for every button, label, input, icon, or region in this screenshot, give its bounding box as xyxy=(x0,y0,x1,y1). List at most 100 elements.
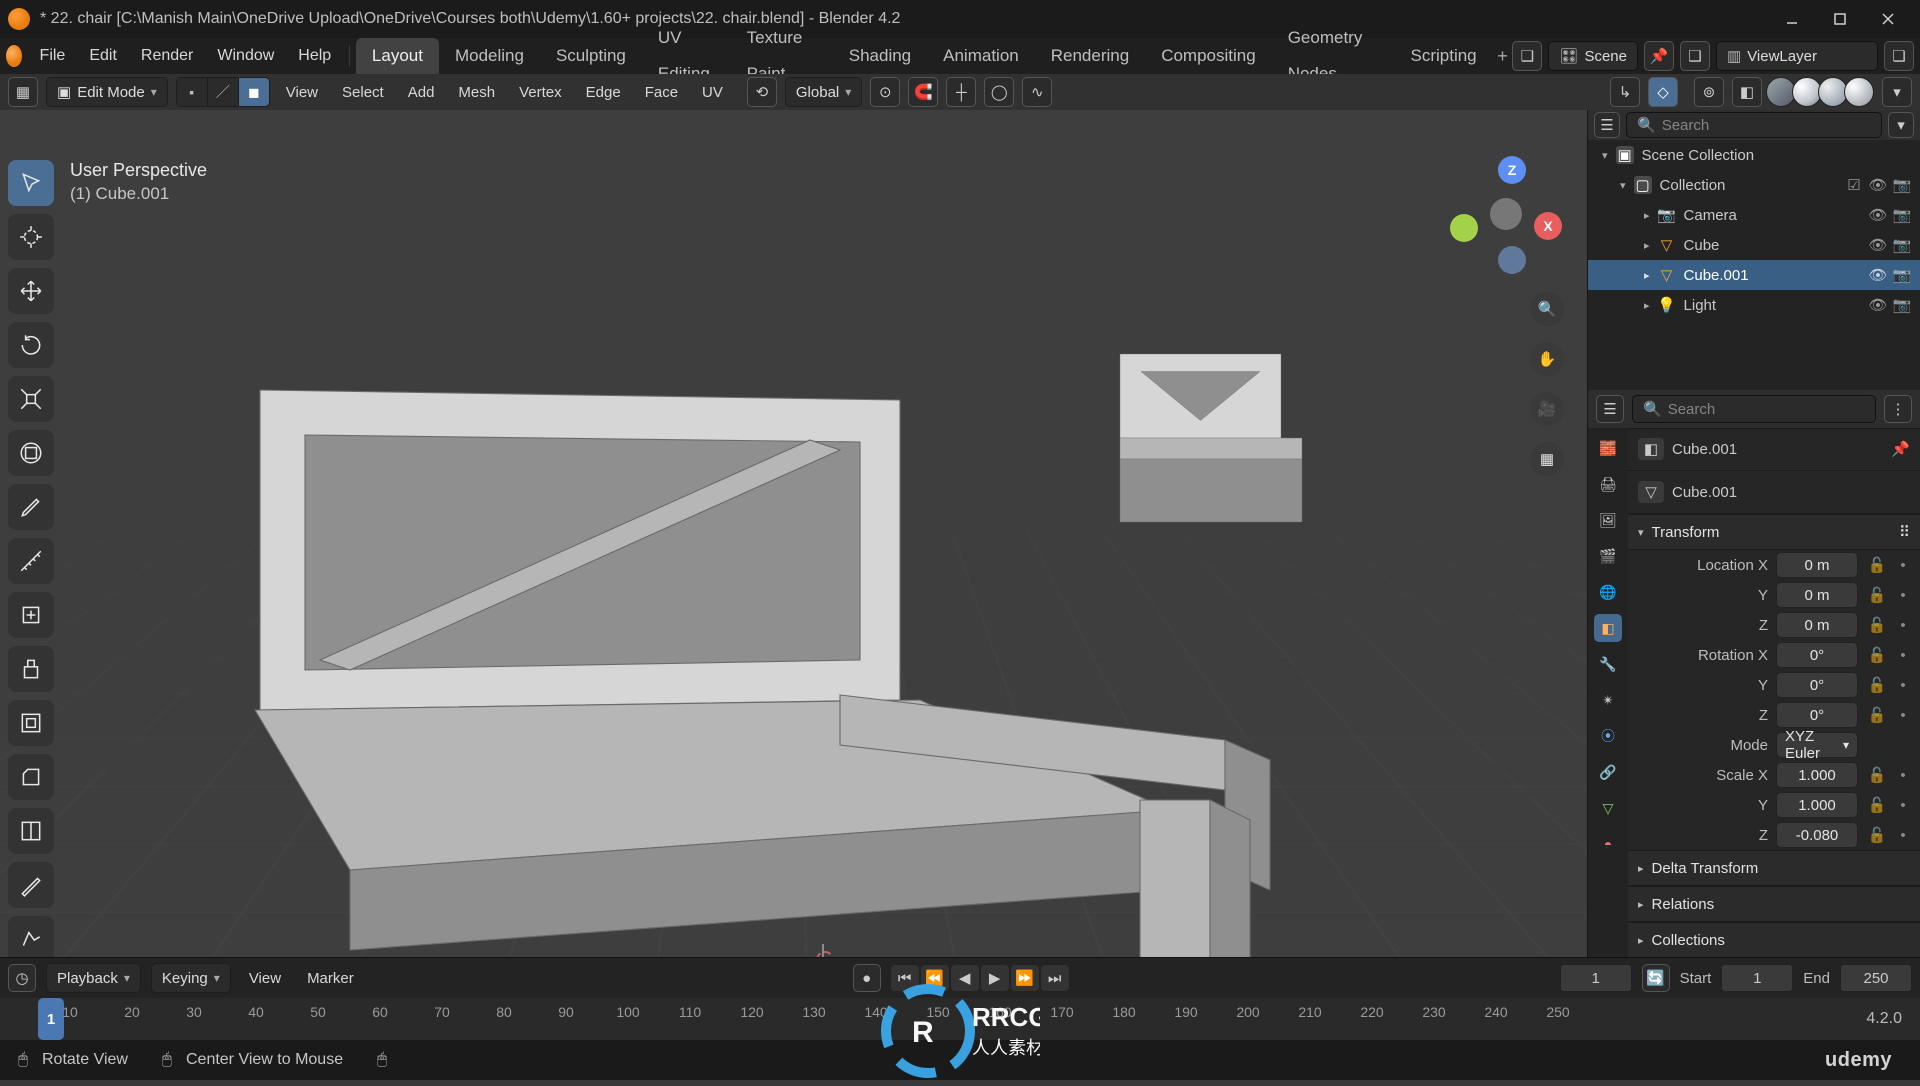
tab-animation[interactable]: Animation xyxy=(927,38,1035,74)
menu-view3d-add[interactable]: Add xyxy=(400,84,443,101)
props-search[interactable]: 🔍Search xyxy=(1632,395,1876,423)
proptab-modifiers[interactable]: 🔧 xyxy=(1594,650,1622,678)
tool-transform[interactable] xyxy=(8,430,54,476)
tab-sculpting[interactable]: Sculpting xyxy=(540,38,642,74)
viewlayer-browse-icon[interactable]: ❑ xyxy=(1680,41,1710,71)
tool-cursor[interactable] xyxy=(8,214,54,260)
proptab-object[interactable]: ◧ xyxy=(1594,614,1622,642)
scale-x-field[interactable]: 1.000 xyxy=(1776,762,1858,788)
snap-target-icon[interactable]: ┼ xyxy=(946,77,976,107)
outliner-item-cube001[interactable]: ▸▽Cube.001👁📷 xyxy=(1588,260,1920,290)
xray-icon[interactable]: ◧ xyxy=(1732,77,1762,107)
frame-lock-icon[interactable]: 🔄 xyxy=(1642,964,1670,992)
shading-dropdown-icon[interactable]: ▾ xyxy=(1882,77,1912,107)
tab-scripting[interactable]: Scripting xyxy=(1394,38,1492,74)
edge-select-icon[interactable]: ／ xyxy=(207,78,238,106)
proportional-icon[interactable]: ◯ xyxy=(984,77,1014,107)
rendered-shading-icon[interactable] xyxy=(1844,77,1874,107)
visibility-icon[interactable]: 👁 xyxy=(1866,176,1890,194)
tool-polybuild[interactable] xyxy=(8,916,54,958)
editor-type-icon[interactable]: ▦ xyxy=(8,77,38,107)
menu-view3d-edge[interactable]: Edge xyxy=(578,84,629,101)
scene-field[interactable]: 🎛Scene xyxy=(1548,41,1638,71)
panel-menu-icon[interactable]: ⠿ xyxy=(1899,523,1910,541)
menu-render[interactable]: Render xyxy=(129,38,205,74)
playhead[interactable]: 1 xyxy=(38,998,64,1040)
proptab-output[interactable]: 🖨 xyxy=(1594,470,1622,498)
add-workspace-button[interactable]: + xyxy=(1493,38,1513,74)
camera-view-icon[interactable]: 🎥 xyxy=(1530,392,1564,426)
panel-relations[interactable]: Relations xyxy=(1652,896,1715,913)
viewport-3d[interactable]: User Perspective (1) Cube.001 xyxy=(0,110,1588,958)
nav-gizmo-neg-z[interactable] xyxy=(1498,246,1526,274)
timeline-view-menu[interactable]: View xyxy=(241,970,289,987)
nav-gizmo-z[interactable]: Z xyxy=(1498,156,1526,184)
timeline-type-icon[interactable]: ◷ xyxy=(8,964,36,992)
rotation-mode-dropdown[interactable]: XYZ Euler▾ xyxy=(1776,732,1858,758)
proptab-material[interactable]: ◓ xyxy=(1594,830,1622,858)
menu-window[interactable]: Window xyxy=(205,38,286,74)
tool-loopcut[interactable] xyxy=(8,808,54,854)
tool-knife[interactable] xyxy=(8,862,54,908)
viewlayer-new-icon[interactable]: ❏ xyxy=(1884,41,1914,71)
menu-file[interactable]: File xyxy=(28,38,78,74)
tool-select[interactable] xyxy=(8,160,54,206)
pan-icon[interactable]: ✋ xyxy=(1530,342,1564,376)
current-frame-field[interactable]: 1 xyxy=(1560,964,1632,992)
tool-annotate[interactable] xyxy=(8,484,54,530)
keying-menu[interactable]: Keying▾ xyxy=(151,963,231,993)
face-select-icon[interactable]: ◼ xyxy=(238,78,269,106)
rotation-y-field[interactable]: 0° xyxy=(1776,672,1858,698)
tool-rotate[interactable] xyxy=(8,322,54,368)
tab-shading[interactable]: Shading xyxy=(833,38,927,74)
rotation-x-field[interactable]: 0° xyxy=(1776,642,1858,668)
outliner-item-camera[interactable]: ▸📷Camera👁📷 xyxy=(1588,200,1920,230)
tool-move[interactable] xyxy=(8,268,54,314)
location-z-field[interactable]: 0 m xyxy=(1776,612,1858,638)
outliner-item-light[interactable]: ▸💡Light👁📷 xyxy=(1588,290,1920,320)
nav-gizmo-y[interactable] xyxy=(1450,214,1478,242)
maximize-button[interactable] xyxy=(1816,0,1864,38)
timeline-marker-menu[interactable]: Marker xyxy=(299,970,362,987)
tool-addcube[interactable] xyxy=(8,592,54,638)
close-button[interactable] xyxy=(1864,0,1912,38)
perspective-toggle-icon[interactable]: ▦ xyxy=(1530,442,1564,476)
shading-modes[interactable] xyxy=(1770,77,1874,107)
transform-orientation-icon[interactable]: ⟲ xyxy=(747,77,777,107)
blender-icon[interactable] xyxy=(6,45,22,67)
panel-delta[interactable]: Delta Transform xyxy=(1652,860,1759,877)
props-options-icon[interactable]: ⋮ xyxy=(1884,395,1912,423)
outliner-search[interactable]: 🔍Search xyxy=(1626,112,1882,138)
autokey-icon[interactable]: ● xyxy=(853,964,881,992)
menu-view3d-vertex[interactable]: Vertex xyxy=(511,84,570,101)
pin-icon[interactable]: 📌 xyxy=(1891,440,1910,458)
filter-icon[interactable]: ▾ xyxy=(1888,112,1914,138)
menu-help[interactable]: Help xyxy=(286,38,343,74)
props-type-icon[interactable]: ☰ xyxy=(1596,395,1624,423)
show-gizmo-icon[interactable]: ◇ xyxy=(1648,77,1678,107)
proptab-physics[interactable]: ⦿ xyxy=(1594,722,1622,750)
proptab-render[interactable]: 🧱 xyxy=(1594,434,1622,462)
vertex-select-icon[interactable]: ▪ xyxy=(177,78,207,106)
proptab-constraints[interactable]: 🔗 xyxy=(1594,758,1622,786)
location-x-field[interactable]: 0 m xyxy=(1776,552,1858,578)
tab-compositing[interactable]: Compositing xyxy=(1145,38,1272,74)
lock-icon[interactable]: 🔓 xyxy=(1866,556,1888,574)
outliner-item-cube[interactable]: ▸▽Cube👁📷 xyxy=(1588,230,1920,260)
proportional-falloff-icon[interactable]: ∿ xyxy=(1022,77,1052,107)
pivot-icon[interactable]: ⊙ xyxy=(870,77,900,107)
proptab-data[interactable]: ▽ xyxy=(1594,794,1622,822)
menu-view3d-uv[interactable]: UV xyxy=(694,84,731,101)
tool-scale[interactable] xyxy=(8,376,54,422)
menu-view3d-view[interactable]: View xyxy=(278,84,326,101)
mesh-visibility-icon[interactable]: ↳ xyxy=(1610,77,1640,107)
proptab-scene[interactable]: 🎬 xyxy=(1594,542,1622,570)
tool-inset[interactable] xyxy=(8,700,54,746)
tool-measure[interactable] xyxy=(8,538,54,584)
collection-checkbox[interactable]: ☑ xyxy=(1842,176,1866,194)
tab-rendering[interactable]: Rendering xyxy=(1035,38,1145,74)
rotation-z-field[interactable]: 0° xyxy=(1776,702,1858,728)
tab-modeling[interactable]: Modeling xyxy=(439,38,540,74)
panel-collections[interactable]: Collections xyxy=(1652,932,1725,949)
menu-view3d-mesh[interactable]: Mesh xyxy=(450,84,503,101)
